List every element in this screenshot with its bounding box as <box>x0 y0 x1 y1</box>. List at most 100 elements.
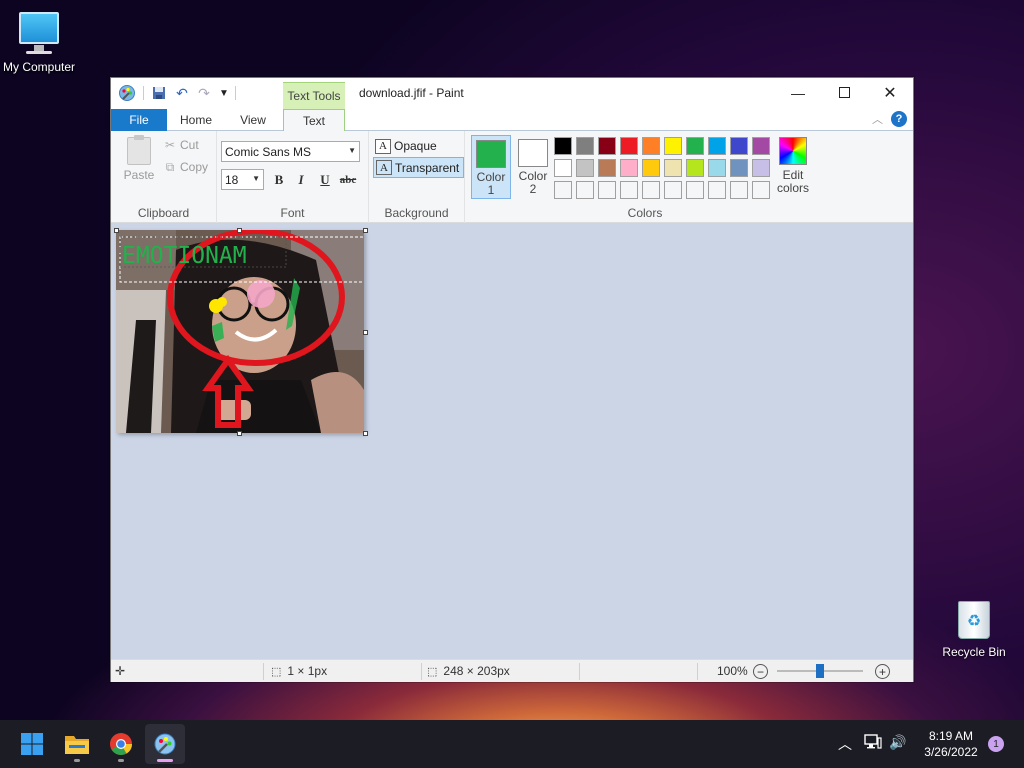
copy-icon: ⧉ <box>165 160 175 174</box>
redo-icon[interactable]: ↷ <box>195 84 213 102</box>
colors-group: Color 1 Color 2 Edit colors Colors <box>465 131 825 223</box>
palette-swatch[interactable] <box>686 181 704 199</box>
transparent-button[interactable]: A Transparent <box>373 157 465 178</box>
image-canvas[interactable]: EMOTIONAM <box>116 230 364 433</box>
save-icon[interactable] <box>150 84 168 102</box>
recycle-bin-desktop-icon[interactable]: ♻ Recycle Bin <box>932 597 1016 659</box>
paste-label: Paste <box>123 168 155 182</box>
network-icon[interactable] <box>864 734 882 753</box>
underline-button[interactable]: U <box>315 170 335 190</box>
palette-swatch[interactable] <box>598 181 616 199</box>
volume-icon[interactable]: 🔊 <box>889 734 906 751</box>
palette-swatch[interactable] <box>642 181 660 199</box>
close-button[interactable]: ✕ <box>867 78 913 107</box>
palette-swatch[interactable] <box>642 137 660 155</box>
background-group: A Opaque A Transparent Background <box>369 131 465 223</box>
image-size-icon: ⬚ <box>427 665 438 678</box>
minimize-button[interactable]: — <box>775 78 821 107</box>
tab-text[interactable]: Text <box>283 109 345 132</box>
clipboard-icon <box>127 135 151 165</box>
palette-swatch[interactable] <box>576 137 594 155</box>
text-tools-context-label: Text Tools <box>283 82 345 109</box>
customize-quick-access-icon[interactable]: ▼ <box>215 84 233 102</box>
notification-badge[interactable]: 1 <box>988 736 1004 752</box>
palette-swatch[interactable] <box>554 137 572 155</box>
palette-swatch[interactable] <box>664 159 682 177</box>
palette-swatch[interactable] <box>686 137 704 155</box>
edited-photo: EMOTIONAM <box>116 230 364 433</box>
palette-swatch[interactable] <box>576 159 594 177</box>
font-size-value: 18 <box>225 173 239 187</box>
palette-swatch[interactable] <box>576 181 594 199</box>
palette-swatch[interactable] <box>708 137 726 155</box>
tab-view[interactable]: View <box>225 109 281 131</box>
color-1-button[interactable]: Color 1 <box>471 135 511 199</box>
color-2-swatch <box>518 139 548 167</box>
status-bar: ✛ ⬚ 1 × 1px ⬚ 248 × 203px 100% − + <box>111 659 913 682</box>
taskbar: ︿ 🔊 8:19 AM 3/26/2022 1 <box>0 720 1024 768</box>
recycle-bin-label: Recycle Bin <box>942 645 1006 659</box>
palette-swatch[interactable] <box>664 137 682 155</box>
zoom-in-icon[interactable]: + <box>875 664 890 679</box>
palette-swatch[interactable] <box>620 181 638 199</box>
palette-swatch[interactable] <box>730 137 748 155</box>
color-spectrum-icon <box>779 137 807 165</box>
zoom-out-icon[interactable]: − <box>753 664 768 679</box>
bold-button[interactable]: B <box>269 170 289 190</box>
color-palette <box>554 137 770 199</box>
font-family-select[interactable]: Comic Sans MS ▼ <box>221 141 360 162</box>
undo-icon[interactable]: ↶ <box>173 84 191 102</box>
cut-label: Cut <box>180 138 199 152</box>
my-computer-desktop-icon[interactable]: My Computer <box>0 10 81 74</box>
copy-label: Copy <box>180 160 209 174</box>
canvas-workspace[interactable]: EMOTIONAM <box>111 223 913 659</box>
palette-swatch[interactable] <box>554 181 572 199</box>
maximize-button[interactable] <box>821 78 867 107</box>
folder-icon <box>65 736 89 754</box>
font-size-select[interactable]: 18 ▼ <box>221 169 264 190</box>
palette-swatch[interactable] <box>752 159 770 177</box>
tab-home[interactable]: Home <box>169 109 223 131</box>
tab-file[interactable]: File <box>111 109 167 131</box>
palette-swatch[interactable] <box>620 137 638 155</box>
color-1-swatch <box>476 140 506 168</box>
scissors-icon: ✂ <box>164 138 176 152</box>
palette-swatch[interactable] <box>642 159 660 177</box>
color-2-button[interactable]: Color 2 <box>513 135 553 199</box>
help-icon[interactable]: ? <box>891 111 907 127</box>
palette-swatch[interactable] <box>730 159 748 177</box>
palette-swatch[interactable] <box>598 159 616 177</box>
chrome-taskbar-button[interactable] <box>101 724 141 764</box>
colors-group-label: Colors <box>627 206 663 220</box>
paste-button[interactable]: Paste <box>121 135 157 185</box>
cut-button[interactable]: ✂ Cut <box>163 138 199 152</box>
palette-swatch[interactable] <box>752 181 770 199</box>
opaque-button[interactable]: A Opaque <box>373 136 441 156</box>
palette-swatch[interactable] <box>708 159 726 177</box>
palette-swatch[interactable] <box>686 159 704 177</box>
chevron-up-icon[interactable]: ︿ <box>838 734 852 754</box>
palette-swatch[interactable] <box>708 181 726 199</box>
title-bar[interactable]: ↶ ↷ ▼ Text Tools download.jfif - Paint —… <box>111 78 913 109</box>
paint-app-icon[interactable] <box>118 84 136 102</box>
palette-swatch[interactable] <box>598 137 616 155</box>
edit-colors-button[interactable]: Edit colors <box>771 137 815 195</box>
palette-swatch[interactable] <box>730 181 748 199</box>
background-group-label: Background <box>384 206 449 220</box>
copy-button[interactable]: ⧉ Copy <box>163 160 208 175</box>
collapse-ribbon-icon[interactable]: ︿ <box>872 111 883 127</box>
zoom-slider-thumb[interactable] <box>816 664 824 678</box>
start-button[interactable] <box>12 724 52 764</box>
palette-swatch[interactable] <box>664 181 682 199</box>
italic-button[interactable]: I <box>291 170 311 190</box>
clock-date: 3/26/2022 <box>924 745 978 759</box>
palette-swatch[interactable] <box>620 159 638 177</box>
palette-swatch[interactable] <box>554 159 572 177</box>
recycle-bin-icon: ♻ <box>955 597 993 641</box>
file-explorer-taskbar-button[interactable] <box>57 724 97 764</box>
paint-taskbar-button[interactable] <box>145 724 185 764</box>
system-clock[interactable]: 8:19 AM 3/26/2022 <box>906 728 996 760</box>
palette-swatch[interactable] <box>752 137 770 155</box>
chevron-down-icon: ▼ <box>252 174 260 183</box>
strikethrough-button[interactable]: abc <box>338 170 358 190</box>
